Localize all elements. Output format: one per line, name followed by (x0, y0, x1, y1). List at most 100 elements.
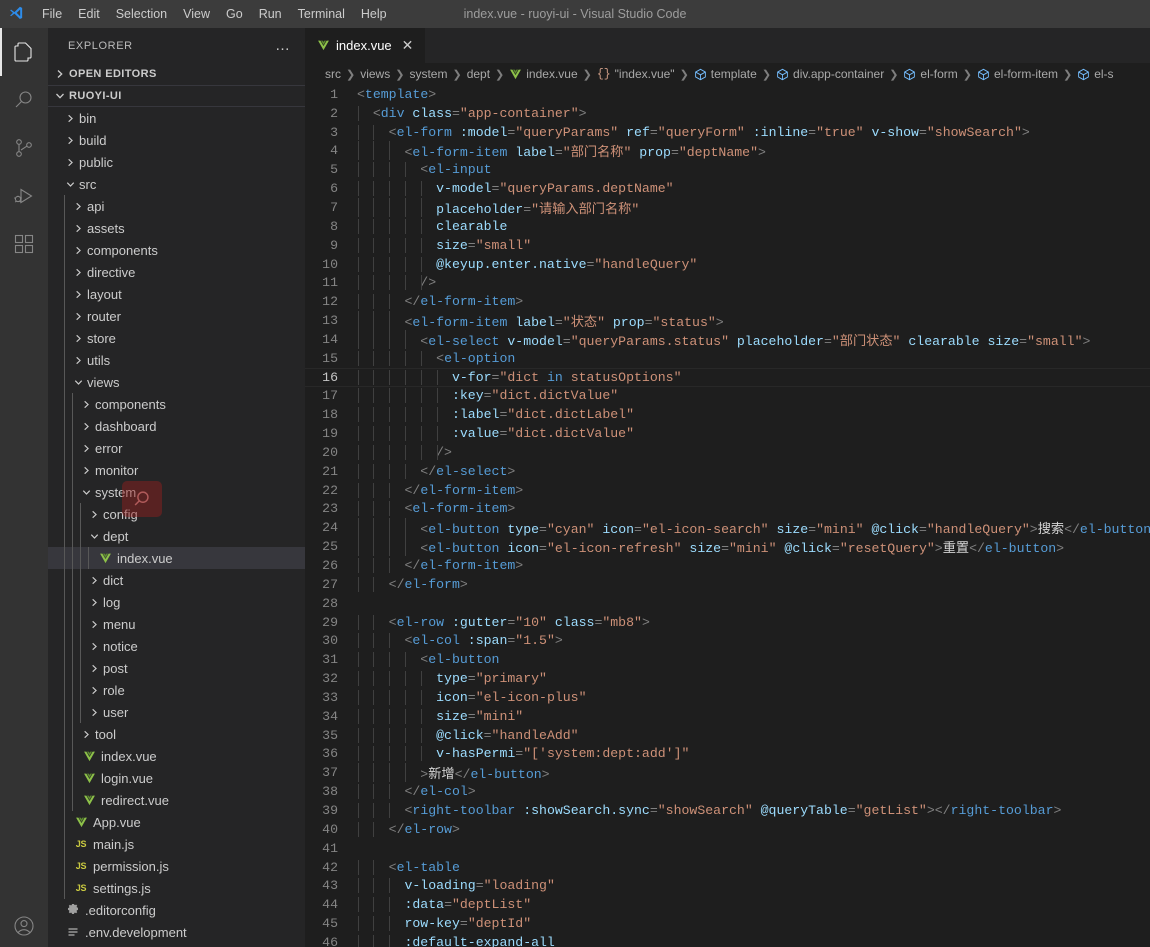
code-line[interactable]: 38 </el-col> (305, 782, 1150, 801)
chevron-right-icon[interactable] (72, 355, 85, 366)
source-control-icon[interactable] (0, 124, 48, 172)
search-icon[interactable] (0, 76, 48, 124)
tab-index-vue[interactable]: index.vue ✕ (305, 28, 427, 63)
menu-item-selection[interactable]: Selection (108, 3, 175, 25)
file-tree-item[interactable]: redirect.vue (48, 789, 305, 811)
code-line[interactable]: 4 <el-form-item label="部门名称" prop="deptN… (305, 141, 1150, 161)
file-tree[interactable]: bin build public src api assets components dire… (48, 107, 305, 947)
chevron-right-icon[interactable] (88, 575, 101, 586)
breadcrumb-item[interactable]: views (360, 67, 390, 81)
chevron-right-icon[interactable] (88, 707, 101, 718)
file-tree-item[interactable]: menu (48, 613, 305, 635)
code-line[interactable]: 14 <el-select v-model="queryParams.statu… (305, 329, 1150, 349)
chevron-right-icon[interactable] (72, 245, 85, 256)
breadcrumb-item[interactable]: el-s (1077, 67, 1114, 81)
breadcrumb-item[interactable]: system (409, 67, 447, 81)
breadcrumb-item[interactable]: src (325, 67, 341, 81)
code-line[interactable]: 5 <el-input (305, 160, 1150, 179)
code-line[interactable]: 31 <el-button (305, 650, 1150, 669)
breadcrumb-item[interactable]: el-form-item (977, 67, 1058, 81)
code-lines[interactable]: 1 <template> 2 <div class="app-container">… (305, 85, 1150, 947)
file-tree-item[interactable]: store (48, 327, 305, 349)
chevron-right-icon[interactable] (88, 509, 101, 520)
code-line[interactable]: 28 (305, 594, 1150, 613)
open-editors-section[interactable]: OPEN EDITORS (48, 63, 305, 85)
code-line[interactable]: 37 >新增</el-button> (305, 763, 1150, 783)
chevron-right-icon[interactable] (72, 201, 85, 212)
file-tree-item[interactable]: user (48, 701, 305, 723)
code-line[interactable]: 7 placeholder="请输入部门名称" (305, 197, 1150, 217)
file-tree-item[interactable]: utils (48, 349, 305, 371)
file-tree-item[interactable]: App.vue (48, 811, 305, 833)
file-tree-item[interactable]: JS main.js (48, 833, 305, 855)
chevron-right-icon[interactable] (72, 267, 85, 278)
menu-item-view[interactable]: View (175, 3, 218, 25)
chevron-right-icon[interactable] (64, 157, 77, 168)
breadcrumb-item[interactable]: template (694, 67, 757, 81)
file-tree-item[interactable]: router (48, 305, 305, 327)
code-line[interactable]: 13 <el-form-item label="状态" prop="status… (305, 311, 1150, 331)
code-line[interactable]: 21 </el-select> (305, 462, 1150, 481)
file-tree-item[interactable]: assets (48, 217, 305, 239)
file-tree-item[interactable]: .env.development (48, 921, 305, 943)
file-tree-item[interactable]: layout (48, 283, 305, 305)
menu-item-run[interactable]: Run (251, 3, 290, 25)
chevron-right-icon[interactable] (80, 421, 93, 432)
breadcrumb-item[interactable]: el-form (903, 67, 958, 81)
file-tree-item[interactable]: public (48, 151, 305, 173)
breadcrumb-item[interactable]: dept (467, 67, 490, 81)
chevron-right-icon[interactable] (64, 135, 77, 146)
code-line[interactable]: 34 size="mini" (305, 707, 1150, 726)
code-line[interactable]: 1 <template> (305, 85, 1150, 104)
file-tree-item[interactable]: index.vue (48, 745, 305, 767)
code-line[interactable]: 15 <el-option (305, 349, 1150, 368)
code-line[interactable]: 40 </el-row> (305, 820, 1150, 839)
code-line[interactable]: 27 </el-form> (305, 575, 1150, 594)
chevron-down-icon[interactable] (64, 179, 77, 190)
file-tree-item[interactable]: error (48, 437, 305, 459)
code-line[interactable]: 19 :value="dict.dictValue" (305, 424, 1150, 443)
chevron-right-icon[interactable] (64, 113, 77, 124)
chevron-down-icon[interactable] (80, 487, 93, 498)
code-line[interactable]: 36 v-hasPermi="['system:dept:add']" (305, 745, 1150, 764)
chevron-right-icon[interactable] (80, 443, 93, 454)
file-tree-item[interactable]: api (48, 195, 305, 217)
file-tree-item[interactable]: tool (48, 723, 305, 745)
code-line[interactable]: 30 <el-col :span="1.5"> (305, 631, 1150, 650)
code-line[interactable]: 3 <el-form :model="queryParams" ref="que… (305, 123, 1150, 142)
menu-item-help[interactable]: Help (353, 3, 395, 25)
code-line[interactable]: 42 <el-table (305, 858, 1150, 877)
file-tree-item[interactable]: log (48, 591, 305, 613)
chevron-right-icon[interactable] (88, 685, 101, 696)
extensions-icon[interactable] (0, 220, 48, 268)
code-line[interactable]: 9 size="small" (305, 236, 1150, 255)
code-line[interactable]: 35 @click="handleAdd" (305, 726, 1150, 745)
code-line[interactable]: 22 </el-form-item> (305, 481, 1150, 500)
code-line[interactable]: 45 row-key="deptId" (305, 914, 1150, 933)
file-tree-item[interactable]: components (48, 239, 305, 261)
code-line[interactable]: 23 <el-form-item> (305, 500, 1150, 519)
code-line[interactable]: 29 <el-row :gutter="10" class="mb8"> (305, 613, 1150, 632)
project-root-section[interactable]: RUOYI-UI (48, 85, 305, 107)
file-tree-item[interactable]: notice (48, 635, 305, 657)
file-tree-item[interactable]: config (48, 503, 305, 525)
code-line[interactable]: 41 (305, 839, 1150, 858)
file-tree-item[interactable]: build (48, 129, 305, 151)
code-line[interactable]: 25 <el-button icon="el-icon-refresh" siz… (305, 537, 1150, 557)
code-line[interactable]: 18 :label="dict.dictLabel" (305, 405, 1150, 424)
breadcrumb-item[interactable]: index.vue (509, 67, 578, 81)
chevron-right-icon[interactable] (88, 619, 101, 630)
chevron-right-icon[interactable] (88, 597, 101, 608)
account-icon[interactable] (0, 905, 48, 947)
code-line[interactable]: 10 @keyup.enter.native="handleQuery" (305, 255, 1150, 274)
menu-bar[interactable]: File Edit Selection View Go Run Terminal… (34, 0, 395, 28)
code-line[interactable]: 43 v-loading="loading" (305, 876, 1150, 895)
code-line[interactable]: 46 :default-expand-all (305, 933, 1150, 947)
code-line[interactable]: 26 </el-form-item> (305, 556, 1150, 575)
code-line[interactable]: 6 v-model="queryParams.deptName" (305, 179, 1150, 198)
code-line[interactable]: 39 <right-toolbar :showSearch.sync="show… (305, 801, 1150, 820)
chevron-right-icon[interactable] (72, 223, 85, 234)
file-tree-item[interactable]: login.vue (48, 767, 305, 789)
file-tree-item[interactable]: JS settings.js (48, 877, 305, 899)
chevron-down-icon[interactable] (72, 377, 85, 388)
